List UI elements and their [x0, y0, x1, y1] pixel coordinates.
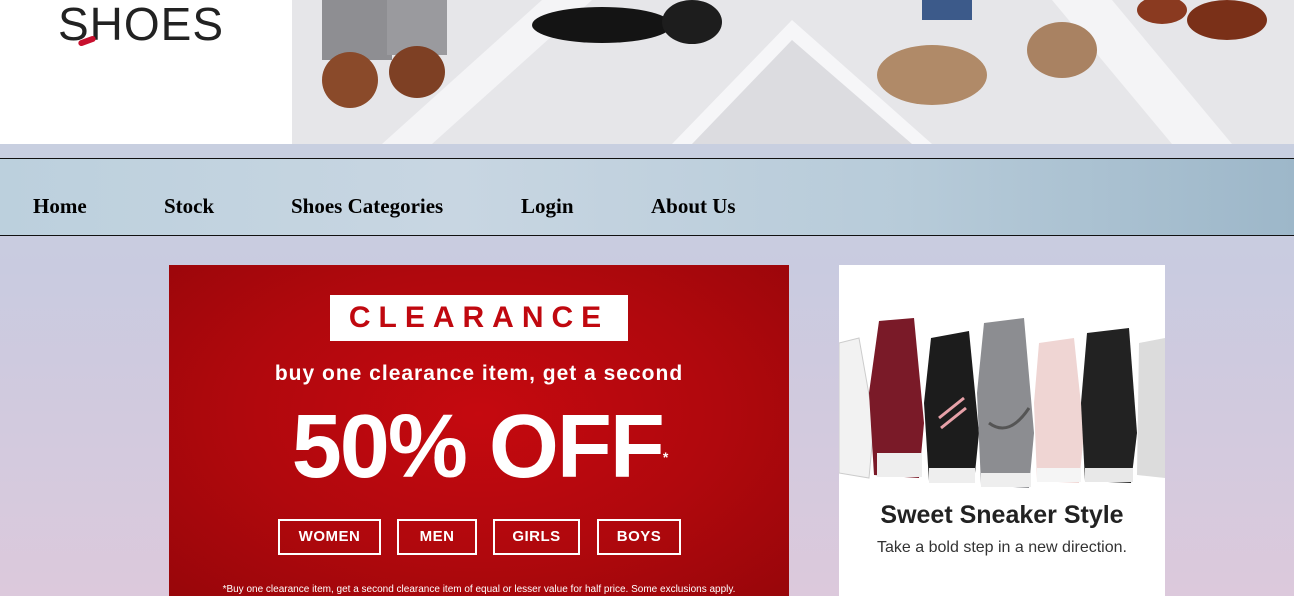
clearance-subtitle: buy one clearance item, get a second: [274, 362, 684, 385]
nav-item-login[interactable]: Login: [521, 194, 574, 219]
clearance-banner[interactable]: CLEARANCE buy one clearance item, get a …: [169, 265, 789, 596]
nav-item-stock[interactable]: Stock: [164, 194, 214, 219]
nav-item-home[interactable]: Home: [33, 194, 87, 219]
hero-banner-image: [292, 0, 1294, 144]
site-header: SHOES: [0, 0, 1294, 144]
nav-item-shoes-categories[interactable]: Shoes Categories: [291, 194, 443, 219]
clearance-asterisk: *: [662, 449, 669, 465]
sneakers-image: [839, 318, 1165, 488]
sneaker-ad-title: Sweet Sneaker Style: [880, 501, 1124, 529]
women-button[interactable]: WOMEN: [278, 519, 381, 555]
girls-button[interactable]: GIRLS: [493, 519, 580, 555]
main-nav: Home Stock Shoes Categories Login About …: [0, 158, 1294, 236]
sneaker-ad-subtitle: Take a bold step in a new direction.: [877, 539, 1127, 556]
boys-button[interactable]: BOYS: [597, 519, 681, 555]
clearance-headline: 50% OFF*: [169, 397, 789, 497]
logo[interactable]: SHOES: [0, 0, 292, 144]
nav-item-about-us[interactable]: About Us: [651, 194, 736, 219]
clearance-note: *Buy one clearance item, get a second cl…: [222, 584, 736, 595]
clearance-headline-text: 50% OFF: [291, 397, 665, 497]
men-button[interactable]: MEN: [397, 519, 477, 555]
sneaker-ad[interactable]: Sweet Sneaker Style Take a bold step in …: [839, 265, 1165, 596]
clearance-badge: CLEARANCE: [330, 295, 628, 341]
